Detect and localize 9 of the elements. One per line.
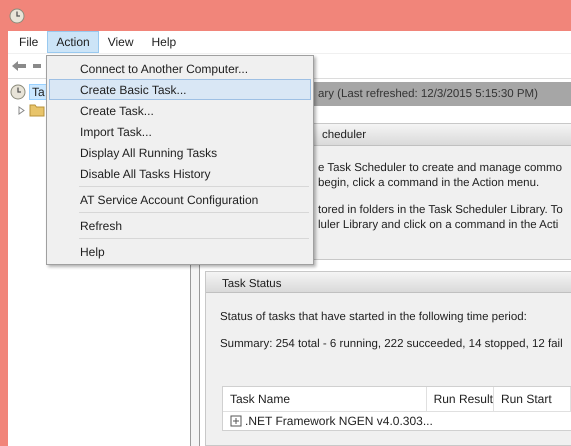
status-summary: Summary: 254 total - 6 running, 222 succeeded, 14 stopped, 12 fail [219,338,564,350]
table-cell: .NET Framework NGEN v4.0.303... [245,414,433,428]
section-title: cheduler [321,128,366,140]
paragraph-line: luler Library and click on a command in the Acti [318,218,560,233]
paragraph-line: tored in folders in the Task Scheduler Library. To [318,203,564,218]
paragraph-line: begin, click a command in the Action menu. [318,176,540,191]
paragraph-line: e Task Scheduler to create and manage commo [318,161,563,176]
section-title: Task Status [221,278,282,290]
status-description: Status of tasks that have started in the following time period: [219,311,528,323]
